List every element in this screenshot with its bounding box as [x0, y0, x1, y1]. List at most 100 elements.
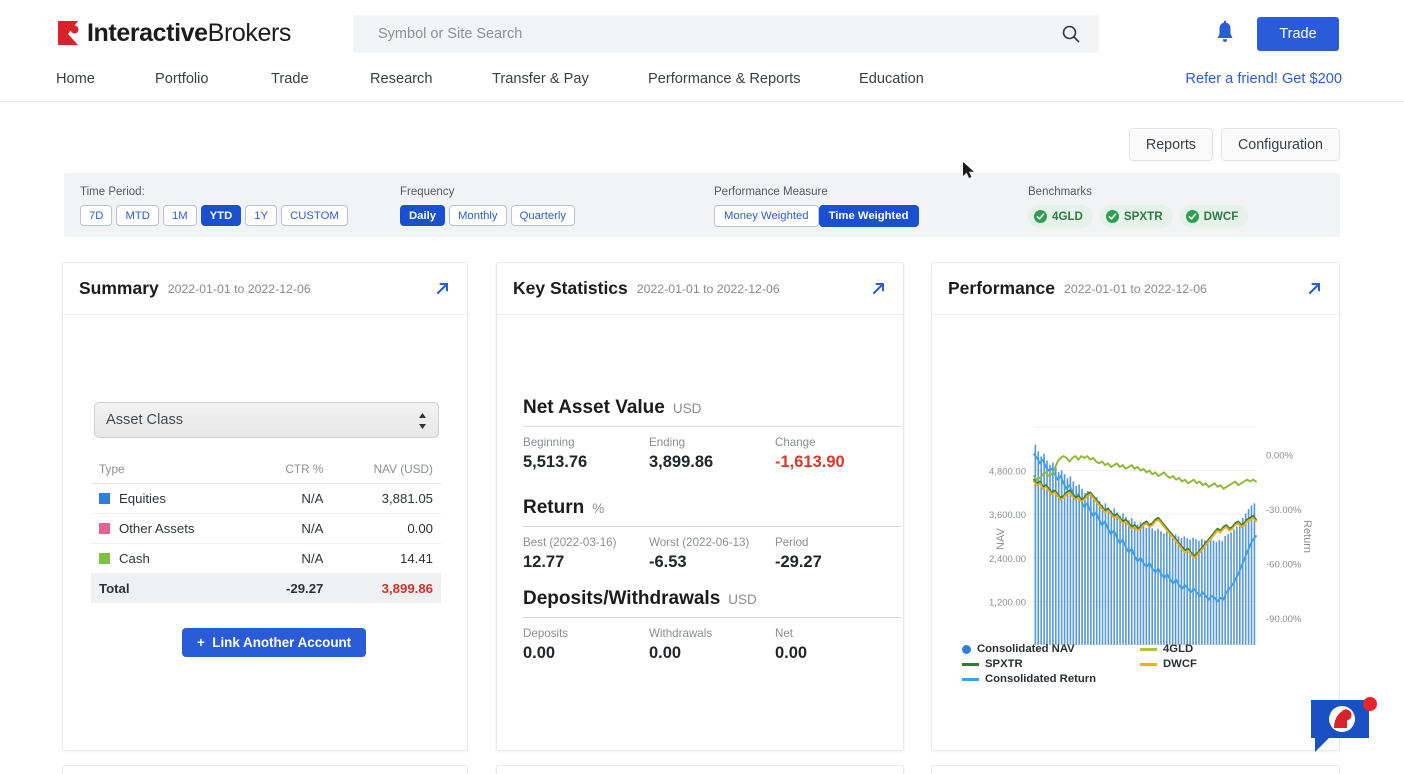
summary-card-next-row [62, 765, 468, 774]
time-period-ytd[interactable]: YTD [201, 205, 242, 226]
measure-time-weighted[interactable]: Time Weighted [819, 205, 919, 227]
search-input[interactable] [378, 26, 978, 42]
legend-marker-line [962, 678, 979, 681]
time-period-mtd[interactable]: MTD [116, 205, 158, 226]
legend-item-consolidated-return[interactable]: Consolidated Return [962, 673, 1096, 685]
svg-text:Return: Return [1301, 520, 1313, 553]
check-circle-icon [1106, 210, 1119, 223]
asset-class-table: Type CTR % NAV (USD) Equities N/A 3,881.… [91, 457, 441, 603]
table-total-row: Total -29.27 3,899.86 [91, 574, 441, 604]
row-ctr-cell: N/A [253, 544, 331, 574]
reports-button[interactable]: Reports [1129, 128, 1213, 161]
refer-a-friend-link[interactable]: Refer a friend! Get $200 [1185, 71, 1342, 87]
time-period-custom[interactable]: CUSTOM [281, 205, 348, 226]
link-another-account-label: Link Another Account [212, 635, 351, 650]
nav-item-research[interactable]: Research [370, 62, 432, 87]
svg-text:-30.00%: -30.00% [1266, 505, 1302, 516]
mouse-cursor [962, 161, 976, 181]
deposits-section-unit: USD [728, 592, 757, 607]
nav-item-home[interactable]: Home [56, 62, 95, 87]
stat-value: -6.53 [649, 553, 775, 572]
performance-measure-label: Performance Measure [714, 186, 919, 198]
frequency-quarterly[interactable]: Quarterly [511, 205, 575, 226]
legend-item-spxtr[interactable]: SPXTR [962, 658, 1140, 670]
nav-item-portfolio[interactable]: Portfolio [155, 62, 209, 87]
stat-net: Net 0.00 [775, 627, 901, 663]
performance-chart[interactable]: 1,200.002,400.003,600.004,800.00-90.00%-… [932, 315, 1339, 650]
check-circle-icon [1034, 210, 1047, 223]
time-period-1m[interactable]: 1M [163, 205, 197, 226]
search-box[interactable] [353, 15, 1099, 53]
summary-card: Summary 2022-01-01 to 2022-12-06 Asset C… [62, 262, 468, 751]
row-type-cell: Equities [91, 484, 253, 514]
legend-item-dwcf[interactable]: DWCF [1140, 658, 1197, 670]
expand-arrow-icon[interactable] [870, 280, 887, 297]
key-statistics-next-row [496, 765, 904, 774]
configuration-button[interactable]: Configuration [1221, 128, 1340, 161]
legend-marker-line [1140, 648, 1157, 651]
table-row[interactable]: Equities N/A 3,881.05 [91, 484, 441, 514]
search-icon[interactable] [1061, 24, 1081, 44]
legend-item-4gld[interactable]: 4GLD [1140, 643, 1193, 655]
nav-item-performance-reports[interactable]: Performance & Reports [648, 62, 801, 87]
table-row[interactable]: Other Assets N/A 0.00 [91, 514, 441, 544]
summary-card-header: Summary 2022-01-01 to 2022-12-06 [63, 263, 467, 315]
nav-item-transfer-and-pay[interactable]: Transfer & Pay [492, 62, 589, 87]
stat-label: Change [775, 436, 901, 449]
stat-label: Best (2022-03-16) [523, 536, 649, 549]
stat-period: Period -29.27 [775, 536, 901, 572]
legend-marker-line [962, 663, 979, 666]
svg-text:NAV: NAV [995, 528, 1007, 550]
column-header-type: Type [91, 457, 253, 484]
stat-value: -1,613.90 [775, 453, 901, 472]
frequency-label: Frequency [400, 186, 575, 198]
link-another-account-button[interactable]: + Link Another Account [182, 628, 366, 657]
frequency-monthly[interactable]: Monthly [449, 205, 507, 226]
table-row[interactable]: Cash N/A 14.41 [91, 544, 441, 574]
expand-arrow-icon[interactable] [434, 280, 451, 297]
time-period-7d[interactable]: 7D [80, 205, 112, 226]
column-header-ctr: CTR % [253, 457, 331, 484]
benchmark-4gld[interactable]: 4GLD [1028, 205, 1093, 228]
plus-icon: + [197, 635, 205, 650]
performance-card-header: Performance 2022-01-01 to 2022-12-06 [932, 263, 1339, 315]
updown-arrows-icon [418, 411, 427, 431]
total-label: Total [91, 574, 253, 604]
chat-widget-button[interactable] [1307, 696, 1377, 763]
check-circle-icon [1186, 210, 1199, 223]
benchmark-dwcf[interactable]: DWCF [1180, 205, 1249, 228]
benchmark-dwcf-label: DWCF [1204, 210, 1239, 223]
logo-word-brokers: Brokers [208, 19, 291, 47]
deposits-section-heading: Deposits/Withdrawals [523, 588, 720, 610]
asset-class-select[interactable]: Asset Class [94, 402, 439, 438]
expand-arrow-icon[interactable] [1306, 280, 1323, 297]
legend-label: Consolidated Return [985, 673, 1096, 685]
legend-item-consolidated-nav[interactable]: Consolidated NAV [962, 643, 1140, 655]
ibkr-logo-text: InteractiveBrokers [87, 19, 291, 48]
trade-button[interactable]: Trade [1257, 17, 1339, 51]
section-deposits-withdrawals: Deposits/Withdrawals USD Deposits 0.00 W… [523, 588, 901, 663]
stat-label: Ending [649, 436, 775, 449]
nav-item-education[interactable]: Education [859, 62, 924, 87]
ibkr-logo[interactable]: InteractiveBrokers [56, 18, 291, 48]
row-ctr-cell: N/A [253, 484, 331, 514]
time-period-1y[interactable]: 1Y [245, 205, 277, 226]
performance-next-row [931, 765, 1340, 774]
key-statistics-card: Key Statistics 2022-01-01 to 2022-12-06 … [496, 262, 904, 751]
stat-value: 3,899.86 [649, 453, 775, 472]
row-type-cell: Cash [91, 544, 253, 574]
notification-bell-icon[interactable] [1213, 20, 1237, 51]
stat-value: -29.27 [775, 553, 901, 572]
measure-money-weighted[interactable]: Money Weighted [714, 205, 819, 227]
performance-card-title: Performance [948, 278, 1055, 299]
summary-card-title: Summary [79, 278, 159, 299]
legend-label: 4GLD [1163, 643, 1193, 655]
svg-text:4,800.00: 4,800.00 [989, 467, 1026, 478]
stat-label: Worst (2022-06-13) [649, 536, 775, 549]
benchmark-spxtr[interactable]: SPXTR [1100, 205, 1173, 228]
chat-bubble-icon [1307, 696, 1377, 758]
frequency-daily[interactable]: Daily [400, 205, 445, 226]
nav-item-trade[interactable]: Trade [271, 62, 309, 87]
section-net-asset-value: Net Asset Value USD Beginning 5,513.76 E… [523, 397, 901, 472]
legend-marker-line [1140, 663, 1157, 666]
